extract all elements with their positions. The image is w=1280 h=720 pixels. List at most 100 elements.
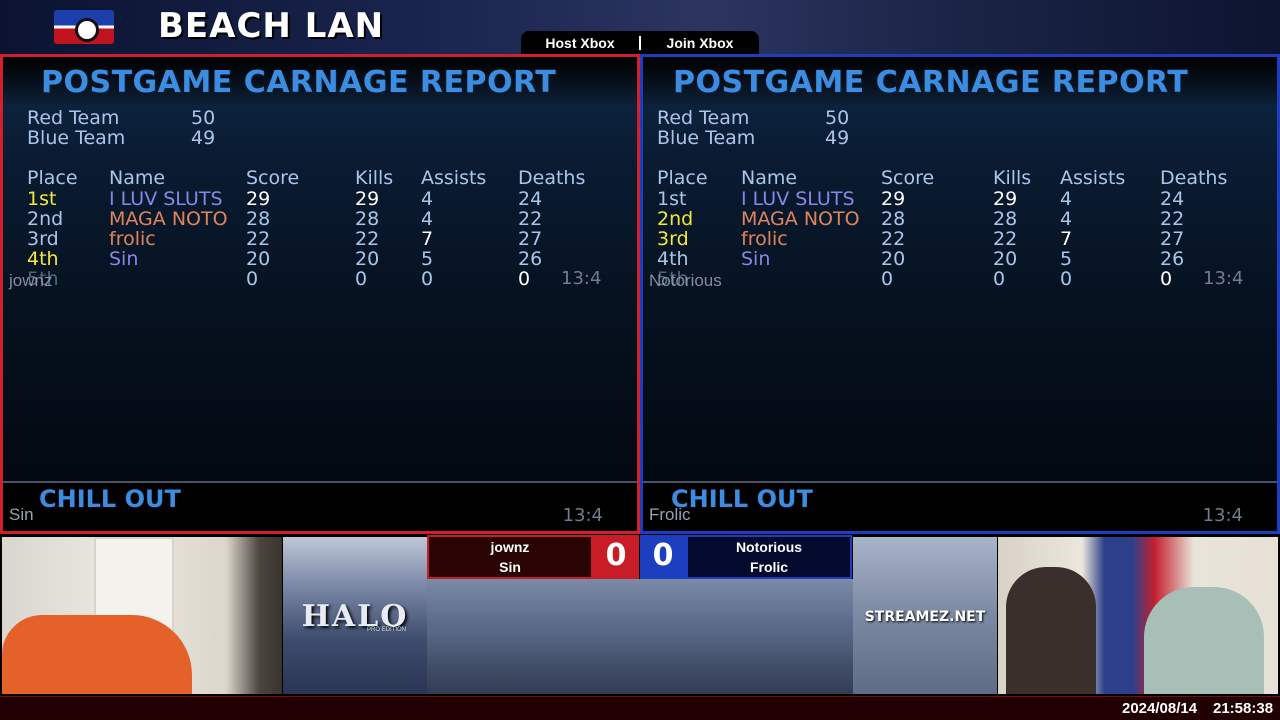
cell-deaths: 22 bbox=[1160, 208, 1185, 230]
cell-deaths: 0 bbox=[518, 268, 531, 290]
cell-score: 28 bbox=[246, 208, 271, 230]
col-kills: Kills bbox=[355, 167, 394, 189]
cell-deaths: 0 bbox=[1160, 268, 1173, 290]
cell-score: 28 bbox=[881, 208, 906, 230]
cell-name: MAGA NOTO bbox=[741, 208, 860, 230]
cell-name: Sin bbox=[741, 248, 771, 270]
red-player-1: jownz bbox=[490, 539, 530, 555]
cell-kills: 29 bbox=[993, 188, 1018, 210]
cell-place: 4th bbox=[27, 248, 59, 270]
webcam-left bbox=[2, 537, 282, 694]
chill-out-title: CHILL OUT bbox=[671, 485, 813, 513]
cell-deaths: 26 bbox=[518, 248, 543, 270]
screen-header: POSTGAME CARNAGE REPORT bbox=[643, 57, 1277, 105]
pcr-title: POSTGAME CARNAGE REPORT bbox=[673, 65, 1189, 100]
col-place: Place bbox=[657, 167, 708, 189]
col-name: Name bbox=[109, 167, 166, 189]
cell-name: I LUV SLUTS bbox=[741, 188, 855, 210]
red-team-players: jownz Sin bbox=[427, 535, 593, 579]
cell-place: 2nd bbox=[657, 208, 694, 230]
webcam-person bbox=[2, 615, 192, 694]
cell-kills: 22 bbox=[993, 228, 1018, 250]
cell-kills: 28 bbox=[993, 208, 1018, 230]
xbox-tabs: Host Xbox Join Xbox bbox=[521, 31, 759, 54]
chill-out-title: CHILL OUT bbox=[39, 485, 181, 513]
tab-join-xbox[interactable]: Join Xbox bbox=[641, 35, 759, 51]
cell-kills: 22 bbox=[355, 228, 380, 250]
cell-kills: 0 bbox=[355, 268, 368, 290]
cell-assists: 7 bbox=[421, 228, 434, 250]
overlay-player-name: Notorious bbox=[649, 271, 722, 290]
pcr-title: POSTGAME CARNAGE REPORT bbox=[41, 65, 557, 100]
chill-player-name: Sin bbox=[9, 505, 34, 524]
cell-place: 1st bbox=[27, 188, 57, 210]
team-label: Red Team bbox=[27, 107, 120, 129]
game-screen-left: POSTGAME CARNAGE REPORT Red Team 50 Blue… bbox=[0, 54, 640, 534]
game-clock: 13:4 bbox=[561, 268, 602, 289]
webcam-person bbox=[1144, 587, 1264, 694]
event-title: BEACH LAN bbox=[158, 6, 385, 46]
cell-score: 29 bbox=[881, 188, 906, 210]
cell-score: 22 bbox=[246, 228, 271, 250]
blue-player-1: Notorious bbox=[735, 539, 803, 555]
team-label: Blue Team bbox=[27, 127, 126, 149]
halo-logo-tile: HALO PRO EDITION bbox=[283, 537, 427, 694]
red-team-score: 0 bbox=[593, 535, 639, 579]
blue-player-2: Frolic bbox=[749, 559, 789, 575]
cell-deaths: 26 bbox=[1160, 248, 1185, 270]
team-row-red: Red Team 50 bbox=[657, 107, 849, 129]
cell-deaths: 24 bbox=[1160, 188, 1185, 210]
streamez-logo: STREAMEZ.NET bbox=[864, 609, 986, 625]
top-banner: BEACH LAN Host Xbox Join Xbox bbox=[0, 0, 1280, 54]
game-clock: 13:4 bbox=[1203, 268, 1244, 289]
cell-assists: 5 bbox=[421, 248, 434, 270]
cell-place: 3rd bbox=[657, 228, 689, 250]
cell-score: 20 bbox=[246, 248, 271, 270]
col-score: Score bbox=[881, 167, 935, 189]
cell-deaths: 27 bbox=[518, 228, 543, 250]
cell-score: 0 bbox=[881, 268, 894, 290]
cell-assists: 0 bbox=[1060, 268, 1073, 290]
cell-kills: 20 bbox=[355, 248, 380, 270]
col-assists: Assists bbox=[1060, 167, 1126, 189]
col-assists: Assists bbox=[421, 167, 487, 189]
cell-place: 4th bbox=[657, 248, 689, 270]
cell-name: Sin bbox=[109, 248, 139, 270]
cell-assists: 5 bbox=[1060, 248, 1073, 270]
footer-bar: 2024/08/14 21:58:38 bbox=[0, 696, 1280, 720]
cell-score: 22 bbox=[881, 228, 906, 250]
cell-kills: 0 bbox=[993, 268, 1006, 290]
team-label: Blue Team bbox=[657, 127, 756, 149]
tab-host-xbox[interactable]: Host Xbox bbox=[521, 35, 639, 51]
col-place: Place bbox=[27, 167, 78, 189]
webcam-person bbox=[1006, 567, 1096, 694]
team-row-red: Red Team 50 bbox=[27, 107, 215, 129]
cell-name: frolic bbox=[741, 228, 788, 250]
col-score: Score bbox=[246, 167, 300, 189]
overlay-player-name: jownz bbox=[9, 271, 53, 290]
team-score: 49 bbox=[825, 127, 850, 149]
footer-date: 2024/08/14 bbox=[1122, 700, 1198, 717]
cell-assists: 7 bbox=[1060, 228, 1073, 250]
cell-kills: 20 bbox=[993, 248, 1018, 270]
webcam-right bbox=[998, 537, 1278, 694]
screen-header: POSTGAME CARNAGE REPORT bbox=[3, 57, 637, 105]
cell-kills: 28 bbox=[355, 208, 380, 230]
cell-score: 29 bbox=[246, 188, 271, 210]
cell-score: 20 bbox=[881, 248, 906, 270]
cell-place: 1st bbox=[657, 188, 687, 210]
chill-bar: CHILL OUT Frolic 13:4 bbox=[643, 481, 1277, 531]
col-kills: Kills bbox=[993, 167, 1032, 189]
halo-subtitle: PRO EDITION bbox=[367, 627, 407, 633]
cell-kills: 29 bbox=[355, 188, 380, 210]
team-score: 50 bbox=[191, 107, 216, 129]
chill-clock: 13:4 bbox=[1202, 505, 1243, 526]
team-row-blue: Blue Team 49 bbox=[657, 127, 849, 149]
cell-name: frolic bbox=[109, 228, 156, 250]
team-score: 49 bbox=[191, 127, 216, 149]
cell-deaths: 27 bbox=[1160, 228, 1185, 250]
chill-clock: 13:4 bbox=[562, 505, 603, 526]
cell-assists: 4 bbox=[1060, 188, 1073, 210]
cell-deaths: 24 bbox=[518, 188, 543, 210]
streamez-tile: STREAMEZ.NET bbox=[853, 537, 997, 694]
